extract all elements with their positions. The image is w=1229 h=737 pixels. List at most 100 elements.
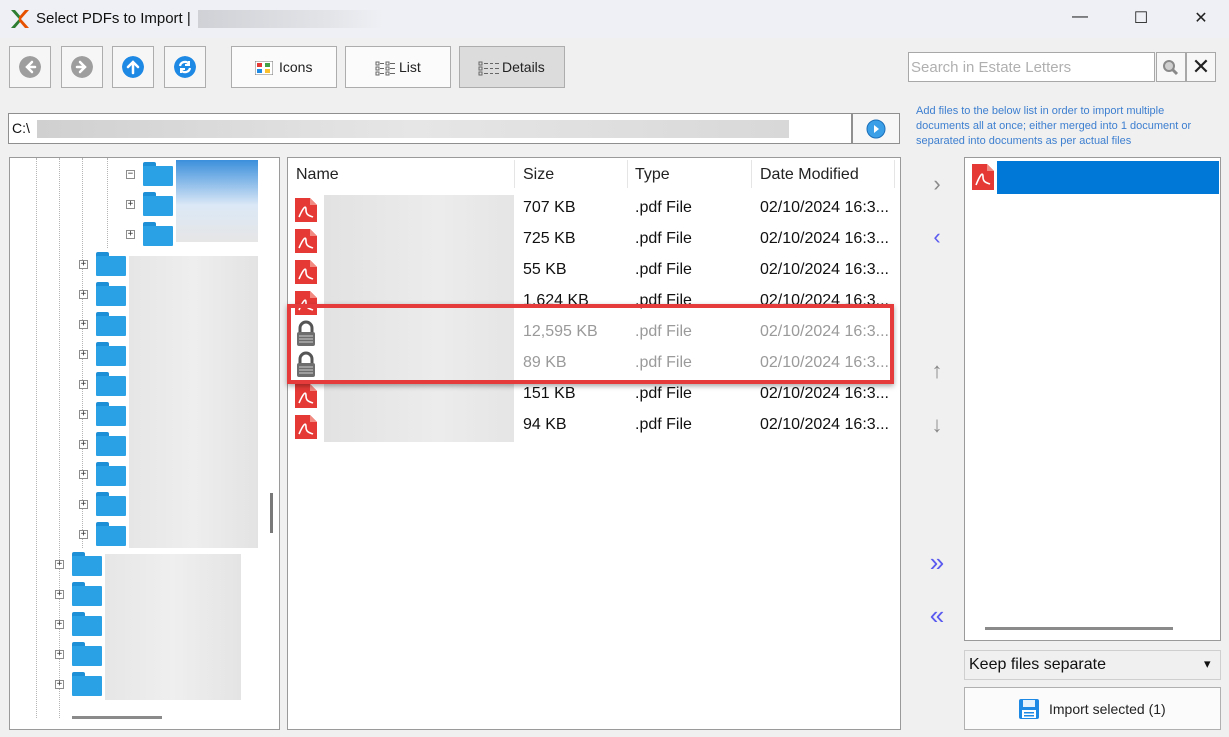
search-icon: [1163, 60, 1179, 76]
maximize-button[interactable]: ☐: [1126, 8, 1156, 30]
expand-toggle[interactable]: +: [79, 530, 88, 539]
locked-files-highlight: [287, 304, 894, 384]
chevron-down-icon: ▾: [1204, 656, 1211, 671]
folder-icon: [72, 672, 102, 696]
file-type: .pdf File: [635, 416, 692, 433]
folder-icon: [96, 372, 126, 396]
column-separator: [894, 160, 895, 188]
up-arrow-icon: [122, 56, 144, 78]
refresh-button[interactable]: [164, 46, 206, 88]
view-icons-label: Icons: [279, 59, 313, 75]
column-separator: [514, 160, 515, 188]
close-button[interactable]: ✕: [1186, 8, 1216, 30]
move-down-button[interactable]: ↓: [922, 410, 952, 440]
expand-toggle[interactable]: +: [126, 230, 135, 239]
folder-icon: [96, 522, 126, 546]
move-up-button[interactable]: ↑: [922, 356, 952, 386]
folder-tree[interactable]: − + + + + + + + + + + + + + + + + +: [9, 157, 280, 730]
expand-toggle[interactable]: +: [79, 290, 88, 299]
search-box[interactable]: [908, 52, 1155, 82]
view-list-button[interactable]: List: [345, 46, 451, 88]
expand-toggle[interactable]: +: [79, 500, 88, 509]
expand-toggle[interactable]: +: [79, 350, 88, 359]
file-size: 725 KB: [523, 230, 576, 247]
file-type: .pdf File: [635, 261, 692, 278]
collapse-toggle[interactable]: −: [126, 170, 135, 179]
icons-view-icon: [255, 61, 273, 75]
details-view-icon: [478, 61, 499, 76]
tree-vertical-scrollbar[interactable]: [270, 493, 273, 533]
go-button[interactable]: [852, 113, 900, 144]
search-input[interactable]: [911, 56, 1149, 78]
file-size: 55 KB: [523, 261, 567, 278]
file-date: 02/10/2024 16:3...: [760, 230, 889, 247]
expand-toggle[interactable]: +: [79, 320, 88, 329]
pdf-icon: [295, 384, 317, 408]
view-details-button[interactable]: Details: [459, 46, 565, 88]
pdf-icon: [295, 198, 317, 222]
remove-selected-button[interactable]: ‹: [922, 222, 952, 252]
clear-search-button[interactable]: ✕: [1186, 52, 1216, 82]
import-list[interactable]: [964, 157, 1221, 641]
search-button[interactable]: [1156, 52, 1186, 82]
import-list-scrollbar[interactable]: [985, 627, 1173, 630]
pdf-icon: [295, 260, 317, 284]
window-title: Select PDFs to Import |: [36, 10, 191, 27]
column-separator: [627, 160, 628, 188]
app-logo-icon: [11, 10, 29, 28]
add-selected-button[interactable]: ›: [922, 169, 952, 199]
expand-toggle[interactable]: +: [126, 200, 135, 209]
list-view-icon: [375, 61, 395, 76]
folder-icon: [143, 192, 173, 216]
expand-toggle[interactable]: +: [79, 470, 88, 479]
file-date: 02/10/2024 16:3...: [760, 385, 889, 402]
import-mode-value: Keep files separate: [969, 656, 1106, 673]
expand-toggle[interactable]: +: [79, 410, 88, 419]
file-type: .pdf File: [635, 385, 692, 402]
remove-all-button[interactable]: «: [922, 600, 952, 630]
column-header-type[interactable]: Type: [635, 158, 670, 190]
folder-icon: [72, 642, 102, 666]
path-value: C:\: [12, 120, 30, 136]
expand-toggle[interactable]: +: [79, 440, 88, 449]
file-list[interactable]: Name Size Type Date Modified 707 KB .pdf …: [287, 157, 901, 730]
view-icons-button[interactable]: Icons: [231, 46, 337, 88]
add-all-button[interactable]: »: [922, 547, 952, 577]
tree-guide-line: [59, 158, 60, 718]
import-list-item-selected[interactable]: [997, 161, 1219, 194]
import-selected-button[interactable]: Import selected (1): [964, 687, 1221, 730]
refresh-icon: [174, 56, 196, 78]
expand-toggle[interactable]: +: [55, 680, 64, 689]
view-list-label: List: [399, 59, 421, 75]
expand-toggle[interactable]: +: [55, 620, 64, 629]
path-field[interactable]: C:\: [8, 113, 852, 144]
expand-toggle[interactable]: +: [79, 260, 88, 269]
file-size: 151 KB: [523, 385, 576, 402]
expand-toggle[interactable]: +: [55, 560, 64, 569]
minimize-button[interactable]: —: [1065, 8, 1095, 30]
tree-horizontal-scrollbar[interactable]: [72, 716, 162, 719]
expand-toggle[interactable]: +: [55, 590, 64, 599]
pdf-icon: [295, 415, 317, 439]
pdf-icon: [972, 164, 994, 190]
file-size: 94 KB: [523, 416, 567, 433]
import-hint-text: Add files to the below list in order to …: [916, 105, 1192, 147]
import-mode-dropdown[interactable]: Keep files separate ▾: [964, 650, 1221, 680]
column-header-name[interactable]: Name: [296, 158, 339, 190]
folder-icon: [96, 462, 126, 486]
column-header-date[interactable]: Date Modified: [760, 158, 859, 190]
folder-icon: [72, 582, 102, 606]
expand-toggle[interactable]: +: [55, 650, 64, 659]
view-details-label: Details: [502, 59, 545, 75]
forward-button[interactable]: [61, 46, 103, 88]
folder-icon: [96, 252, 126, 276]
folder-icon: [96, 342, 126, 366]
column-separator: [751, 160, 752, 188]
up-button[interactable]: [112, 46, 154, 88]
column-header-size[interactable]: Size: [523, 158, 554, 190]
back-button[interactable]: [9, 46, 51, 88]
folder-icon: [96, 492, 126, 516]
expand-toggle[interactable]: +: [79, 380, 88, 389]
file-type: .pdf File: [635, 230, 692, 247]
back-arrow-icon: [19, 56, 41, 78]
